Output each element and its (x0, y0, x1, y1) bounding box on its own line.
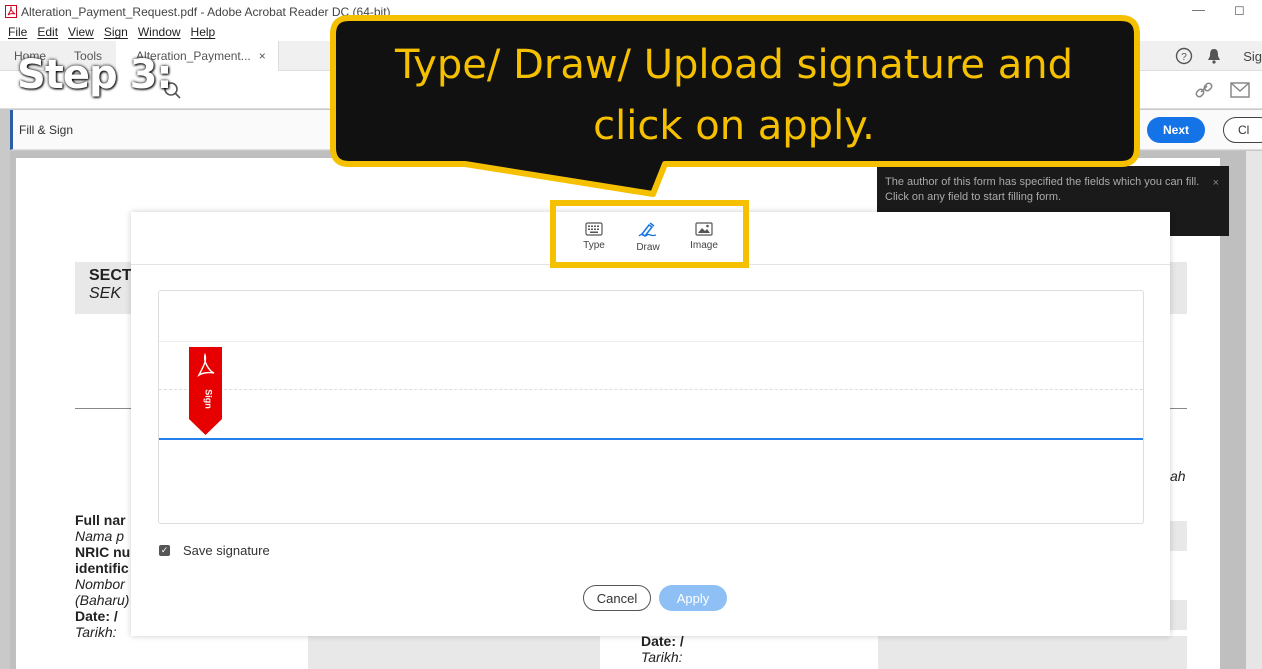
share-link-icon[interactable] (1193, 80, 1215, 100)
tab-close-icon[interactable]: × (259, 49, 266, 63)
divider-right (1170, 408, 1187, 409)
menu-window[interactable]: Window (138, 25, 181, 39)
date-label-right: Date: / Tarikh: (641, 633, 684, 665)
fill-sign-title: Fill & Sign (19, 122, 74, 137)
next-button[interactable]: Next (1147, 117, 1205, 143)
close-fill-sign-button[interactable]: Cl (1223, 117, 1262, 143)
menu-help[interactable]: Help (191, 25, 216, 39)
callout-line-1: Type/ Draw/ Upload signature and (395, 42, 1073, 88)
label-nama: Nama p (75, 528, 125, 544)
step-label: Step 3: (17, 52, 172, 98)
label-identification: identific (75, 560, 129, 576)
tooltip-close-icon[interactable]: × (1213, 176, 1219, 191)
sign-flag-label: Sign (204, 389, 214, 409)
menu-sign[interactable]: Sign (104, 25, 128, 39)
label-full-name: Full nar (75, 512, 126, 528)
label-nric: NRIC nu (75, 544, 131, 560)
label-date: Date: / (75, 608, 118, 624)
save-signature-label: Save signature (183, 543, 270, 558)
acrobat-pdf-icon (5, 5, 17, 18)
signature-dialog: Type Draw Image Sign ✓ Save signature Ca… (131, 212, 1170, 636)
guide-line-top (159, 341, 1143, 342)
date-field-left[interactable] (308, 636, 600, 669)
tabbar-right-icons: ? Sig (1175, 41, 1262, 71)
label-nombor: Nombor (75, 576, 125, 592)
save-signature-row[interactable]: ✓ Save signature (159, 543, 270, 558)
field-box-right-2[interactable] (1170, 600, 1187, 630)
label-tarikh-right: Tarikh: (641, 649, 683, 665)
callout-text: Type/ Draw/ Upload signature and click o… (340, 35, 1128, 157)
signature-baseline (159, 438, 1143, 440)
save-signature-checkbox[interactable]: ✓ (159, 545, 170, 556)
label-baharu: (Baharu) (75, 592, 130, 608)
form-labels-left: Full nar Nama p NRIC nu identific Nombor… (75, 512, 133, 640)
right-partial-text: ah (1170, 468, 1186, 484)
vertical-scrollbar[interactable] (1246, 151, 1262, 669)
field-box-right-1[interactable] (1170, 521, 1187, 551)
menu-file[interactable]: File (8, 25, 27, 39)
menu-edit[interactable]: Edit (37, 25, 58, 39)
callout-line-2: click on apply. (593, 103, 875, 149)
label-tarikh: Tarikh: (75, 624, 117, 640)
signature-draw-area[interactable]: Sign (158, 290, 1144, 524)
minimize-button[interactable]: — (1192, 2, 1205, 17)
menu-view[interactable]: View (68, 25, 94, 39)
sign-in-link[interactable]: Sig (1243, 49, 1262, 64)
help-icon[interactable]: ? (1175, 47, 1193, 65)
apply-button[interactable]: Apply (659, 585, 727, 611)
guide-line-dashed (159, 389, 1143, 390)
divider (75, 408, 135, 409)
sign-here-flag: Sign (189, 347, 222, 435)
email-icon[interactable] (1230, 82, 1250, 98)
restore-button[interactable]: ◻ (1234, 2, 1245, 18)
svg-text:?: ? (1181, 52, 1187, 63)
notification-bell-icon[interactable] (1207, 48, 1221, 64)
section-heading-right (1170, 262, 1187, 314)
cancel-button[interactable]: Cancel (583, 585, 651, 611)
signature-tabs-highlight (550, 200, 749, 268)
date-field-right[interactable] (878, 636, 1187, 669)
